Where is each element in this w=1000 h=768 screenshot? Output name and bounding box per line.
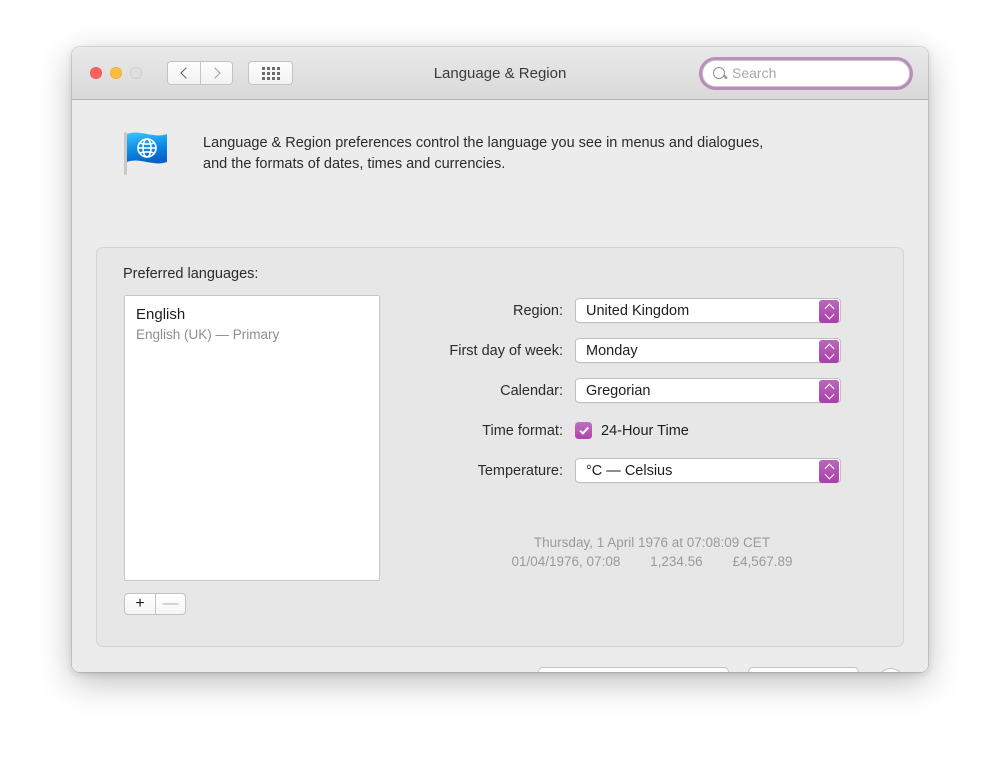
flag-globe-icon [120,129,176,177]
intro-line-2: and the formats of dates, times and curr… [203,156,506,172]
add-language-button[interactable]: + [124,593,155,615]
stepper-icon[interactable] [819,380,839,403]
keyboard-preferences-button[interactable]: Keyboard Preferences… [538,667,729,672]
preferences-window: Language & Region Search Language & Regi… [72,47,928,672]
advanced-button[interactable]: Advanced… [748,667,859,672]
region-select[interactable]: United Kingdom [575,298,841,323]
grid-icon [261,66,280,80]
24-hour-time-label: 24-Hour Time [601,422,689,439]
preview-number: 1,234.56 [650,554,703,569]
temperature-select[interactable]: °C — Celsius [575,458,841,483]
first-day-label: First day of week: [449,342,563,359]
language-list[interactable]: English English (UK) — Primary [124,295,380,581]
window-titlebar: Language & Region Search [72,47,928,100]
format-preview: Thursday, 1 April 1976 at 07:08:09 CET 0… [417,533,887,571]
back-button[interactable] [167,61,200,85]
help-button[interactable]: ? [878,668,904,672]
temperature-label: Temperature: [477,462,563,479]
region-value: United Kingdom [586,302,690,319]
chevron-right-icon [209,67,221,79]
list-item[interactable]: English English (UK) — Primary [125,296,379,345]
show-all-button[interactable] [248,61,293,85]
first-day-value: Monday [586,342,638,359]
region-label: Region: [513,302,563,319]
preferred-languages-label: Preferred languages: [123,266,259,282]
first-day-select[interactable]: Monday [575,338,841,363]
form-row-region: Region: United Kingdom [417,296,887,325]
traffic-lights [90,67,142,79]
chevron-left-icon [179,67,192,79]
calendar-value: Gregorian [586,382,651,399]
intro-line-1: Language & Region preferences control th… [203,135,764,151]
form-row-time-format: Time format: 24-Hour Time [417,416,887,445]
region-form: Region: United Kingdom First day of week… [417,296,887,496]
form-row-first-day: First day of week: Monday [417,336,887,365]
intro-text: Language & Region preferences control th… [203,129,763,175]
preview-short-date: 01/04/1976, 07:08 [511,554,621,569]
calendar-label: Calendar: [500,382,563,399]
temperature-value: °C — Celsius [586,462,673,479]
add-remove-control: + — [124,593,186,615]
form-row-calendar: Calendar: Gregorian [417,376,887,405]
remove-language-button: — [155,593,186,615]
time-format-label: Time format: [482,422,563,439]
preview-currency: £4,567.89 [732,554,793,569]
intro-banner: Language & Region preferences control th… [96,100,904,177]
minimize-button[interactable] [110,67,122,79]
stepper-icon[interactable] [819,300,839,323]
form-row-temperature: Temperature: °C — Celsius [417,456,887,485]
stepper-icon[interactable] [819,340,839,363]
preview-short-formats: 01/04/1976, 07:08 1,234.56 £4,567.89 [417,552,887,571]
search-input[interactable]: Search [702,59,910,87]
window-content: Language & Region preferences control th… [72,100,928,672]
check-icon [579,424,590,435]
zoom-button [130,67,142,79]
search-icon [713,67,725,79]
24-hour-time-checkbox[interactable] [575,422,592,439]
navigation-buttons [167,61,233,85]
preview-long-date: Thursday, 1 April 1976 at 07:08:09 CET [533,535,771,550]
search-container: Search [702,59,910,87]
language-detail: English (UK) — Primary [136,327,280,342]
footer-actions: Keyboard Preferences… Advanced… ? [538,667,904,672]
stepper-icon[interactable] [819,460,839,483]
settings-panel: Preferred languages: English English (UK… [96,247,904,647]
forward-button[interactable] [200,61,233,85]
language-name: English [136,306,186,323]
search-placeholder: Search [732,65,777,81]
close-button[interactable] [90,67,102,79]
calendar-select[interactable]: Gregorian [575,378,841,403]
